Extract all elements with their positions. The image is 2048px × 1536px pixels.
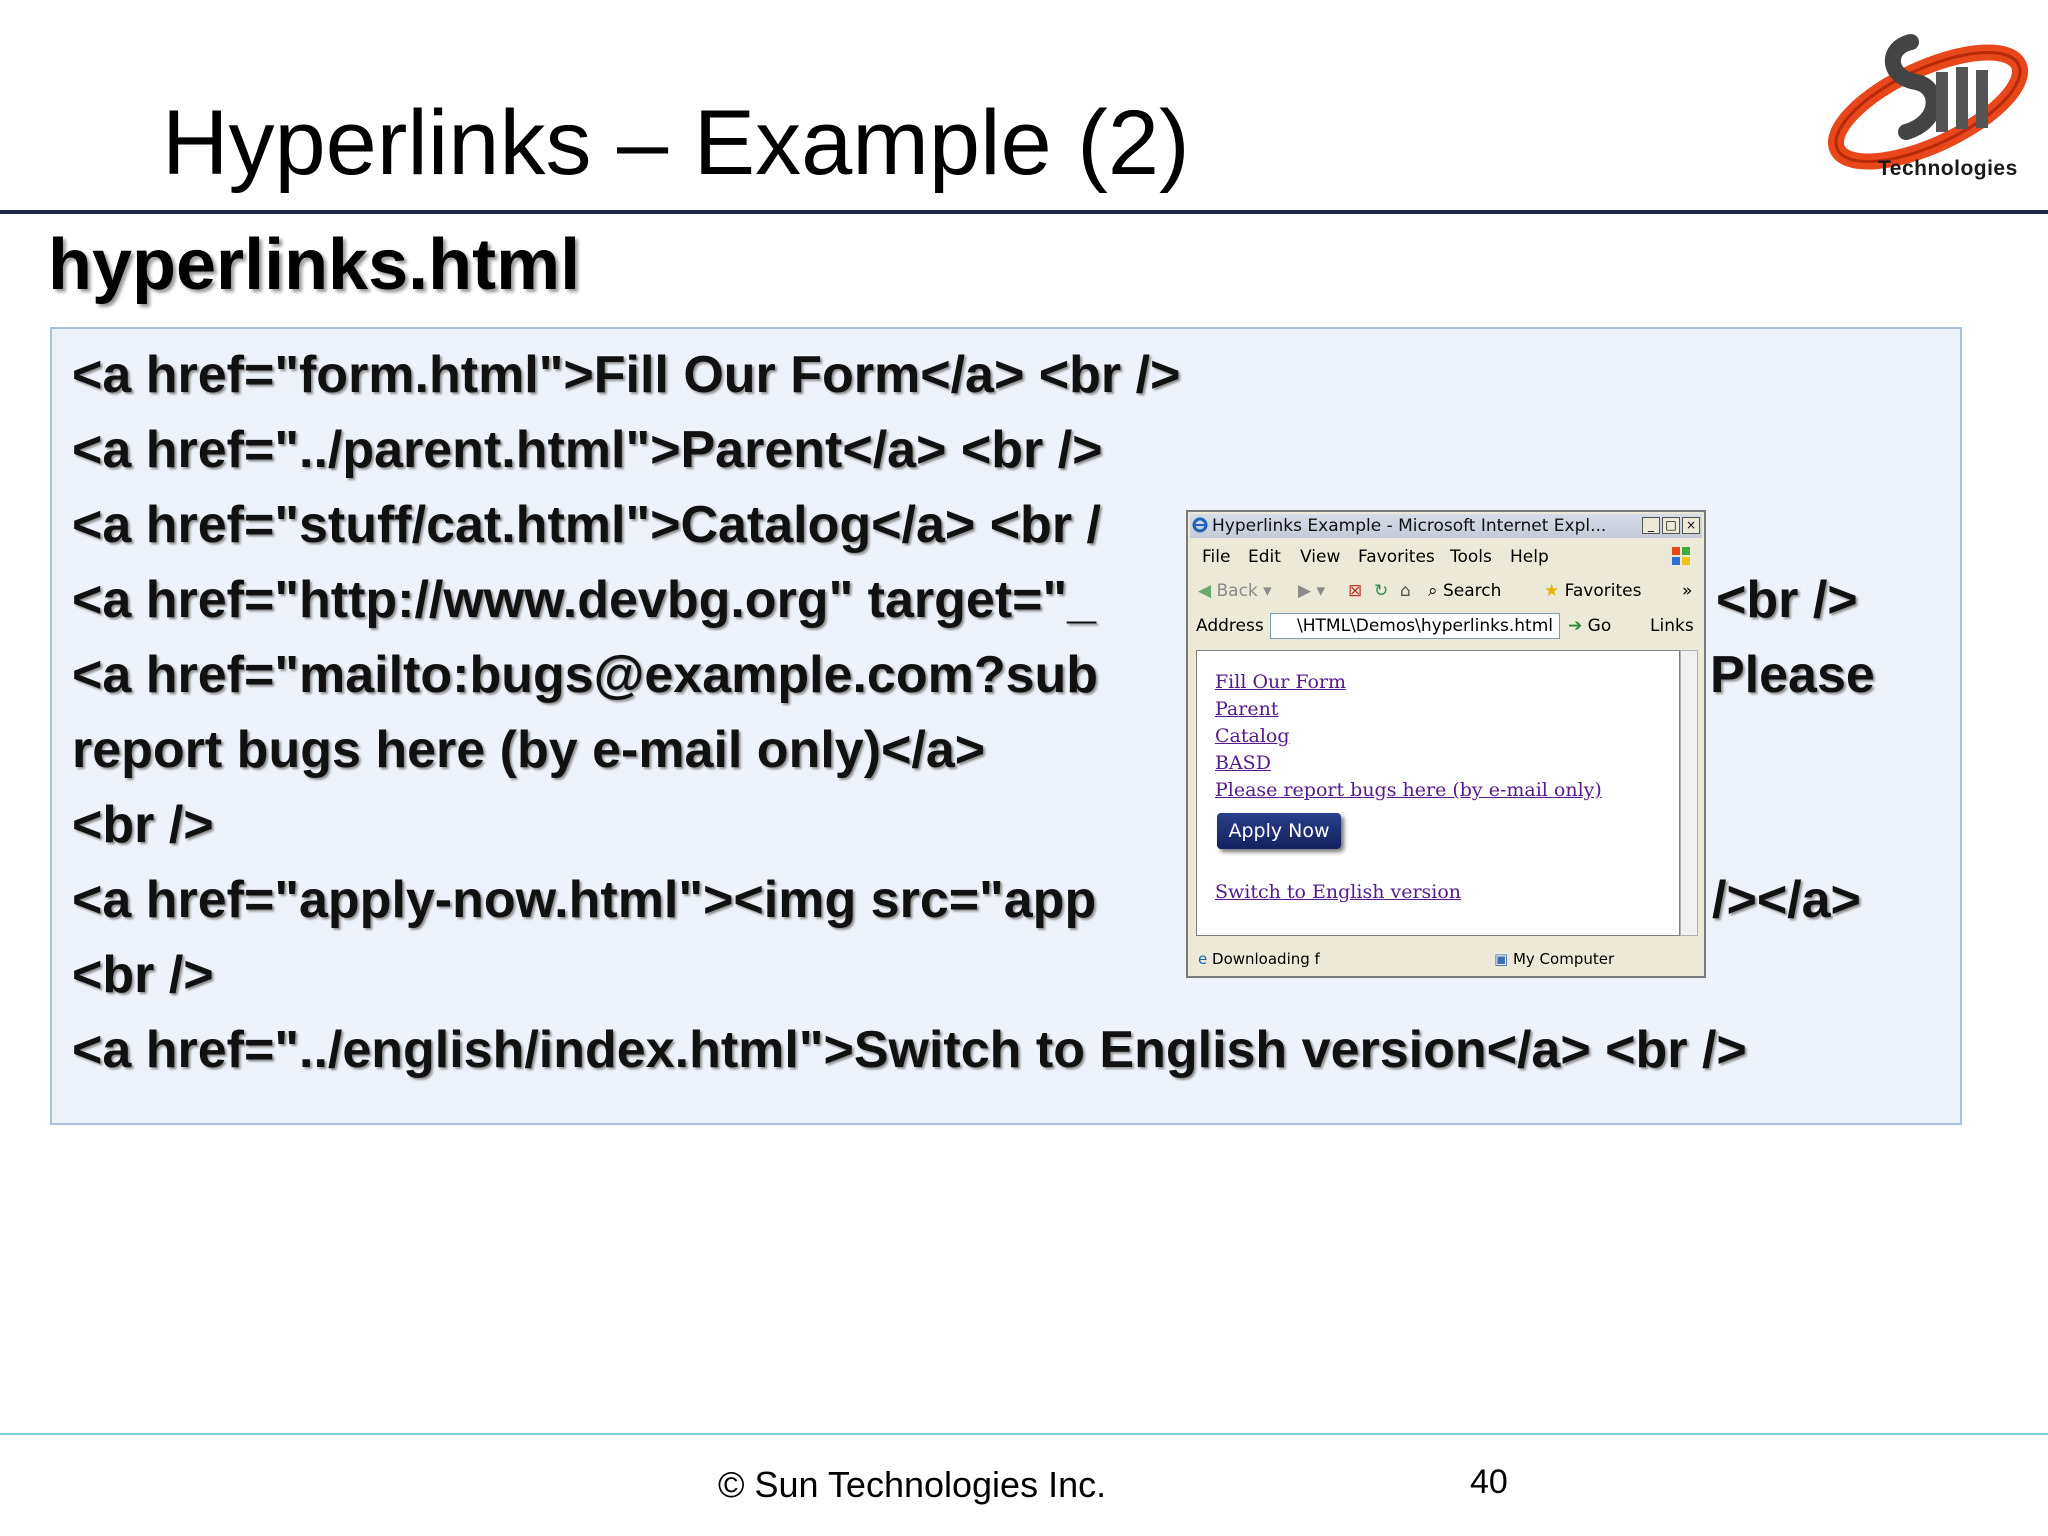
address-bar: Address \HTML\Demos\hyperlinks.html ➔ Go… xyxy=(1192,610,1700,642)
menu-view[interactable]: View xyxy=(1300,544,1340,570)
search-button[interactable]: ⌕ Search xyxy=(1428,576,1501,606)
menu-tools[interactable]: Tools xyxy=(1450,544,1492,570)
search-icon: ⌕ xyxy=(1428,581,1438,601)
close-button[interactable]: × xyxy=(1682,517,1700,534)
windows-flag-icon xyxy=(1672,547,1690,565)
go-button[interactable]: ➔ Go xyxy=(1568,610,1611,642)
menu-bar: File Edit View Favorites Tools Help xyxy=(1192,544,1700,570)
code-fragment: Please xyxy=(1710,646,1875,704)
browser-window: Hyperlinks Example - Microsoft Internet … xyxy=(1186,510,1706,978)
code-fragment: /></a> xyxy=(1712,871,1861,929)
logo-text: Technologies xyxy=(1878,157,2018,180)
menu-edit[interactable]: Edit xyxy=(1248,544,1281,570)
slide-title: Hyperlinks – Example (2) xyxy=(162,92,1190,194)
my-computer-icon: ▣ xyxy=(1494,950,1509,968)
favorites-button[interactable]: ★ Favorites xyxy=(1544,576,1641,606)
menu-file[interactable]: File xyxy=(1202,544,1230,570)
address-input[interactable]: \HTML\Demos\hyperlinks.html xyxy=(1270,613,1560,639)
link-switch-english[interactable]: Switch to English version xyxy=(1215,881,1461,903)
ie-icon: e xyxy=(1198,950,1208,968)
link-report-bugs[interactable]: Please report bugs here (by e-mail only) xyxy=(1215,779,1602,801)
maximize-button[interactable]: □ xyxy=(1662,517,1680,534)
toolbar-overflow-icon[interactable]: » xyxy=(1682,576,1692,606)
code-fragment: <br /> xyxy=(1716,571,1858,629)
title-divider xyxy=(0,210,2048,214)
footer-divider xyxy=(0,1433,2048,1435)
code-line: <a href="form.html">Fill Our Form</a> <b… xyxy=(72,346,1181,404)
link-fill-our-form[interactable]: Fill Our Form xyxy=(1215,671,1346,693)
file-name-heading: hyperlinks.html xyxy=(48,225,581,305)
code-line: <a href="../english/index.html">Switch t… xyxy=(72,1021,1747,1079)
code-line: <a href="../parent.html">Parent</a> <br … xyxy=(72,421,1103,479)
code-line: report bugs here (by e-mail only)</a> xyxy=(72,721,986,779)
ie-icon xyxy=(1192,517,1208,533)
code-line: <a href="mailto:bugs@example.com?sub xyxy=(72,646,1099,704)
menu-favorites[interactable]: Favorites xyxy=(1358,544,1435,570)
back-button[interactable]: ◀ Back ▾ xyxy=(1198,576,1272,606)
forward-icon[interactable]: ▶ ▾ xyxy=(1298,576,1325,606)
menu-help[interactable]: Help xyxy=(1510,544,1549,570)
link-catalog[interactable]: Catalog xyxy=(1215,725,1290,747)
status-bar: e Downloading f ▣ My Computer xyxy=(1192,946,1700,972)
back-icon: ◀ xyxy=(1198,581,1212,601)
page-number: 40 xyxy=(1470,1463,1508,1501)
page-content: Fill Our Form Parent Catalog BASD Please… xyxy=(1196,650,1680,936)
refresh-icon[interactable]: ↻ xyxy=(1374,576,1388,606)
vertical-scrollbar[interactable] xyxy=(1680,650,1698,936)
link-parent[interactable]: Parent xyxy=(1215,698,1278,720)
favorites-star-icon: ★ xyxy=(1544,581,1560,601)
minimize-button[interactable]: _ xyxy=(1642,517,1660,534)
code-line: <br /> xyxy=(72,796,214,854)
footer-copyright: © Sun Technologies Inc. xyxy=(718,1464,1107,1505)
toolbar: ◀ Back ▾ ▶ ▾ ⊠ ↻ ⌂ ⌕ Search ★ Favorites … xyxy=(1192,576,1700,606)
code-line: <a href="http://www.devbg.org" target="_ xyxy=(72,571,1097,629)
browser-titlebar: Hyperlinks Example - Microsoft Internet … xyxy=(1190,514,1702,538)
browser-title: Hyperlinks Example - Microsoft Internet … xyxy=(1212,516,1607,536)
link-basd[interactable]: BASD xyxy=(1215,752,1271,774)
code-line: <a href="stuff/cat.html">Catalog</a> <br… xyxy=(72,496,1101,554)
code-line: <br /> xyxy=(72,946,214,1004)
home-icon[interactable]: ⌂ xyxy=(1400,576,1411,606)
status-downloading: e Downloading f xyxy=(1198,950,1320,968)
apply-now-button[interactable]: Apply Now xyxy=(1217,813,1341,849)
go-arrow-icon: ➔ xyxy=(1568,616,1583,636)
stop-icon[interactable]: ⊠ xyxy=(1348,576,1362,606)
code-line: <a href="apply-now.html"><img src="app xyxy=(72,871,1097,929)
status-zone: ▣ My Computer xyxy=(1494,950,1615,968)
links-label[interactable]: Links xyxy=(1650,610,1694,642)
address-label: Address xyxy=(1196,616,1264,636)
